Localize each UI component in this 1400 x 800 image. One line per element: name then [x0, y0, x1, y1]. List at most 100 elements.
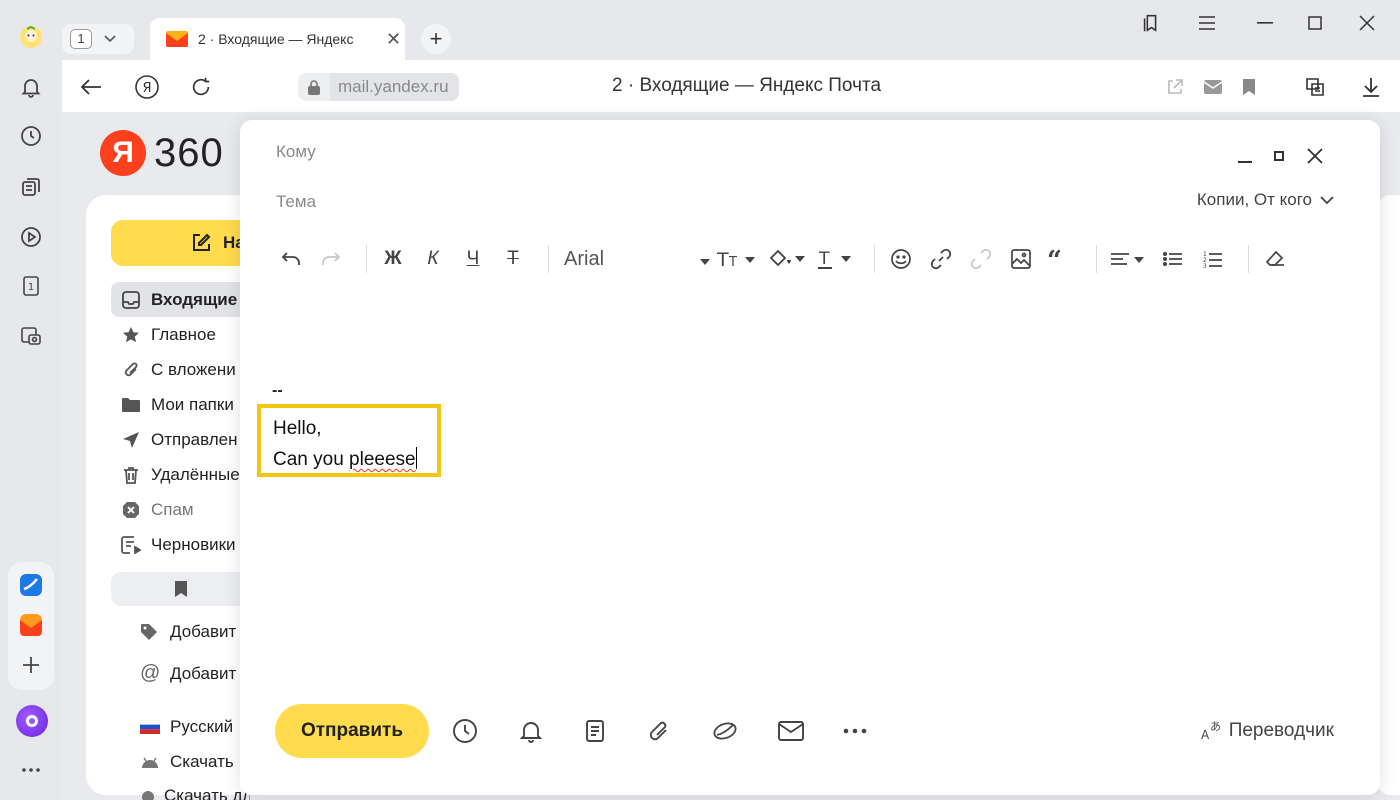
folder-icon — [121, 395, 141, 415]
envelope-icon[interactable] — [1198, 72, 1228, 102]
undo-icon[interactable] — [276, 242, 306, 276]
folder-spam[interactable]: Спам — [111, 492, 261, 527]
maximize-window-icon[interactable] — [1300, 8, 1330, 38]
folder-label: Входящие — [151, 289, 238, 309]
formatting-toolbar: Ж К Ч Т Arial TT T “„ 1 2 3 — [270, 242, 1350, 276]
tag-icon — [140, 623, 162, 641]
inbox-icon — [121, 290, 141, 310]
translator-button[interactable]: Aあ Переводчик — [1201, 718, 1334, 743]
yandex-disk-icon[interactable] — [16, 570, 46, 600]
folder-inbox[interactable]: Входящие — [111, 282, 261, 317]
extra-label: Скачать для iOS — [164, 786, 250, 800]
tab-counter-icon[interactable]: 1 — [16, 271, 46, 301]
lock-icon[interactable] — [298, 79, 330, 95]
schedule-clock-icon[interactable] — [450, 716, 480, 746]
redo-icon[interactable] — [316, 242, 346, 276]
message-body-editor[interactable]: Hello, Can you pleeese — [257, 404, 441, 477]
active-tab[interactable]: 2 · Входящие — Яндекс ✕ — [150, 18, 405, 60]
subject-field[interactable]: Тема — [276, 192, 316, 212]
align-icon[interactable] — [1108, 242, 1148, 276]
text-color-icon[interactable]: T — [816, 242, 856, 276]
open-external-icon[interactable] — [1160, 72, 1190, 102]
download-ios-link[interactable]: Скачать для iOS — [140, 786, 250, 800]
unlink-icon[interactable] — [966, 242, 996, 276]
attach-paperclip-icon[interactable] — [644, 716, 674, 746]
history-clock-icon[interactable] — [16, 121, 46, 151]
clear-format-eraser-icon[interactable] — [1260, 242, 1290, 276]
flag-ru-icon — [140, 720, 162, 734]
back-arrow-icon[interactable] — [76, 72, 106, 102]
minimize-window-icon[interactable] — [1250, 8, 1280, 38]
add-mailbox-link[interactable]: @ Добавит — [140, 662, 250, 685]
toolbar-separator — [874, 245, 875, 273]
folder-trash[interactable]: Удалённые — [111, 457, 261, 492]
fill-color-icon[interactable] — [766, 242, 806, 276]
bell-icon[interactable] — [16, 72, 46, 102]
expand-compose-icon[interactable] — [1265, 142, 1293, 170]
quote-icon[interactable]: “„ — [1046, 242, 1076, 276]
new-tab-button[interactable]: + — [421, 24, 451, 54]
copies-from-toggle[interactable]: Копии, От кого — [1197, 190, 1334, 210]
bookmarks-panel-icon[interactable] — [1136, 8, 1166, 38]
folder-my-folders[interactable]: Мои папки — [111, 387, 261, 422]
close-tab-icon[interactable]: ✕ — [386, 29, 401, 50]
font-family-select[interactable]: Arial — [564, 242, 710, 276]
close-window-icon[interactable] — [1352, 8, 1382, 38]
yandex-home-icon[interactable]: Я — [132, 72, 162, 102]
link-icon[interactable] — [926, 242, 956, 276]
menu-icon[interactable] — [1192, 8, 1222, 38]
svg-text:T: T — [728, 255, 737, 269]
italic-button[interactable]: К — [418, 242, 448, 276]
strikethrough-button[interactable]: Т — [498, 242, 528, 276]
star-icon — [121, 325, 141, 345]
download-icon[interactable] — [1356, 72, 1386, 102]
bookmark-icon[interactable] — [1234, 72, 1264, 102]
profile-avatar-icon[interactable] — [16, 22, 46, 52]
page-title: 2 · Входящие — Яндекс Почта — [612, 75, 882, 96]
download-android-link[interactable]: Скачать — [140, 752, 250, 772]
more-dots-icon[interactable] — [16, 755, 46, 785]
add-app-icon[interactable] — [16, 650, 46, 680]
folder-label: Черновики — [151, 534, 236, 554]
url-field[interactable]: mail.yandex.ru — [298, 73, 459, 101]
close-compose-icon[interactable] — [1301, 142, 1329, 170]
reader-mode-icon[interactable] — [1300, 72, 1330, 102]
send-button[interactable]: Отправить — [275, 704, 429, 758]
body-line-2-text: Can you — [273, 449, 350, 470]
alice-assistant-icon[interactable] — [16, 705, 48, 737]
emoji-icon[interactable] — [886, 242, 916, 276]
folder-sent[interactable]: Отправлен — [111, 422, 261, 457]
translate-icon: Aあ — [1201, 718, 1225, 743]
numbered-list-icon[interactable]: 123 — [1198, 242, 1228, 276]
image-icon[interactable] — [1006, 242, 1036, 276]
bullet-list-icon[interactable] — [1158, 242, 1188, 276]
minimize-compose-icon[interactable] — [1231, 142, 1259, 170]
template-icon[interactable] — [580, 716, 610, 746]
font-size-icon[interactable]: TT — [716, 242, 756, 276]
reload-icon[interactable] — [186, 72, 216, 102]
tab-counter-button[interactable]: 1 — [62, 24, 134, 54]
svg-text:1: 1 — [28, 282, 34, 293]
misspelled-word[interactable]: pleeese — [349, 449, 416, 470]
yandex-mail-icon[interactable] — [16, 610, 46, 640]
to-field[interactable]: Кому — [276, 142, 316, 162]
extra-label: Добавит — [170, 663, 237, 683]
yandex-360-logo[interactable]: Я 360 — [100, 130, 224, 176]
video-play-icon[interactable] — [16, 222, 46, 252]
svg-text:„: „ — [1059, 252, 1074, 269]
reminder-bell-icon[interactable] — [516, 716, 546, 746]
bold-button[interactable]: Ж — [378, 242, 408, 276]
notify-envelope-icon[interactable] — [776, 716, 806, 746]
bookmark-filter-button[interactable] — [111, 572, 251, 606]
collections-icon[interactable] — [16, 172, 46, 202]
add-label-link[interactable]: Добавит — [140, 622, 250, 642]
screenshot-icon[interactable] — [16, 321, 46, 351]
folder-drafts[interactable]: Черновики — [111, 527, 261, 562]
language-link[interactable]: Русский — [140, 717, 250, 737]
underline-button[interactable]: Ч — [458, 242, 488, 276]
more-options-icon[interactable] — [840, 716, 870, 746]
attach-from-disk-icon[interactable] — [710, 716, 740, 746]
folder-main[interactable]: Главное — [111, 317, 261, 352]
folder-attachments[interactable]: С вложени — [111, 352, 261, 387]
drafts-icon — [121, 535, 141, 555]
